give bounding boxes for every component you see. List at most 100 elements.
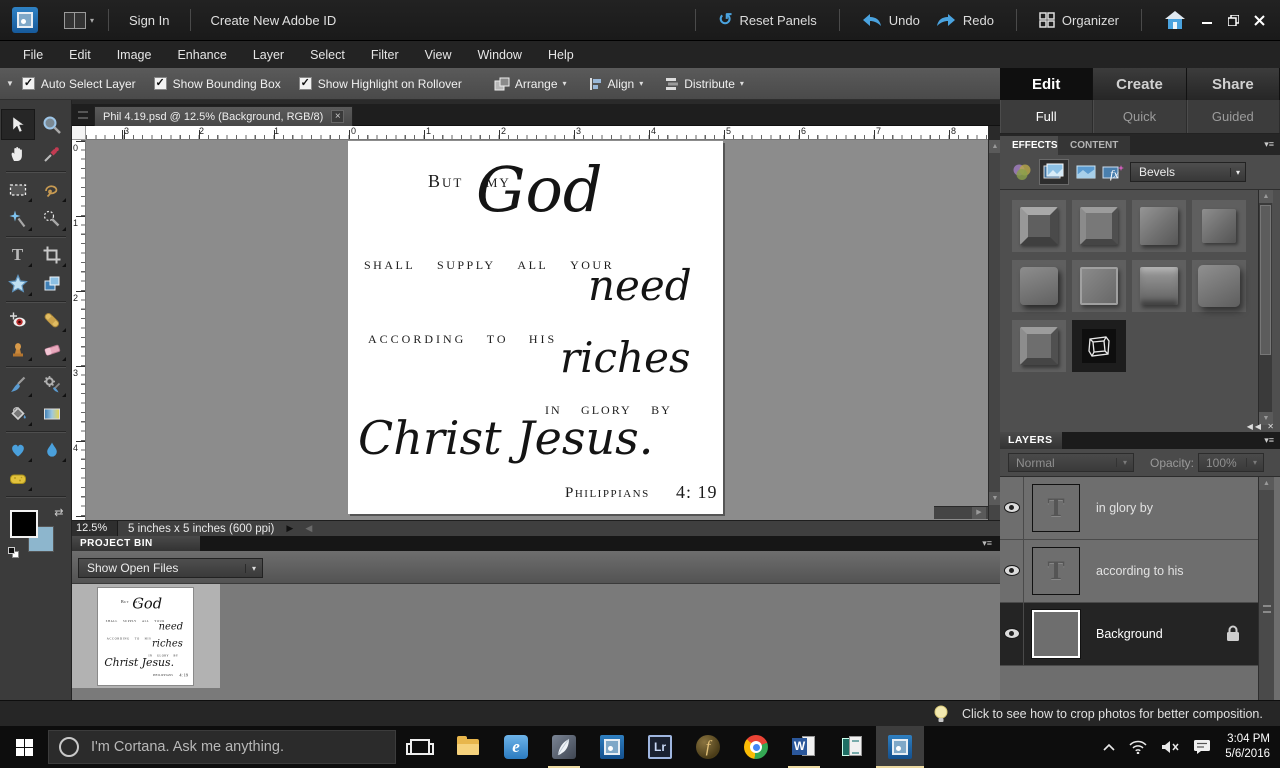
create-adobe-id-link[interactable]: Create New Adobe ID: [205, 13, 343, 28]
project-bin-menu-icon[interactable]: ▾≡: [982, 538, 992, 549]
scroll-right-icon[interactable]: ▶: [972, 507, 986, 519]
shape-tool[interactable]: [2, 435, 34, 464]
scroll-up-icon[interactable]: ▲: [1259, 190, 1273, 203]
redo-button[interactable]: Redo: [928, 13, 1002, 28]
menu-help[interactable]: Help: [535, 41, 587, 69]
status-prev-icon[interactable]: ◀: [305, 523, 312, 534]
tab-share[interactable]: Share: [1187, 68, 1280, 100]
photoshop-app-button[interactable]: [540, 726, 588, 768]
bevel-thumb-simple-inner[interactable]: [1072, 200, 1126, 252]
hand-tool[interactable]: [2, 139, 34, 168]
home-button[interactable]: [1156, 10, 1194, 30]
tab-create[interactable]: Create: [1093, 68, 1186, 100]
internet-explorer-button[interactable]: e: [492, 726, 540, 768]
bevel-thumb-soft-raised[interactable]: [1132, 200, 1186, 252]
eraser-tool[interactable]: [36, 334, 68, 363]
options-collapse-icon[interactable]: ▼: [6, 79, 14, 88]
distribute-button[interactable]: Distribute▾: [665, 77, 744, 91]
sponge-tool[interactable]: [2, 464, 34, 493]
foreground-color-swatch[interactable]: [10, 510, 38, 538]
publisher-button[interactable]: [828, 726, 876, 768]
bevel-thumb-inner-frame[interactable]: [1012, 320, 1066, 372]
zoom-tool[interactable]: [36, 110, 68, 139]
layer-styles-icon[interactable]: [1040, 160, 1068, 184]
layer-row-in-glory-by[interactable]: T in glory by: [1000, 477, 1258, 540]
cortana-search-box[interactable]: I'm Cortana. Ask me anything.: [48, 730, 396, 764]
menu-enhance[interactable]: Enhance: [164, 41, 239, 69]
brush-tool[interactable]: [2, 370, 34, 399]
move-tool[interactable]: [2, 110, 34, 139]
project-bin-title[interactable]: PROJECT BIN: [72, 536, 200, 551]
sign-in-link[interactable]: Sign In: [123, 13, 175, 28]
menu-image[interactable]: Image: [104, 41, 165, 69]
layers-panel-menu-icon[interactable]: ▾≡: [1264, 435, 1274, 446]
bevel-thumb-large-soft[interactable]: [1192, 260, 1246, 312]
layout-switcher-icon[interactable]: [64, 12, 86, 29]
layer-row-according-to-his[interactable]: T according to his: [1000, 540, 1258, 603]
align-button[interactable]: Align▾: [589, 77, 644, 91]
start-button[interactable]: [0, 726, 48, 768]
image-canvas[interactable]: But my God shall supply all your need ac…: [348, 141, 723, 514]
menu-edit[interactable]: Edit: [56, 41, 104, 69]
show-open-files-dropdown[interactable]: Show Open Files ▾: [78, 558, 263, 578]
tab-close-icon[interactable]: ×: [331, 110, 344, 123]
mode-full[interactable]: Full: [1000, 100, 1093, 133]
show-bounding-box-checkbox[interactable]: ✓ Show Bounding Box: [154, 77, 281, 91]
type-tool[interactable]: T: [2, 240, 34, 269]
bevel-thumb-small-raised[interactable]: [1192, 200, 1246, 252]
gradient-tool[interactable]: [36, 399, 68, 428]
document-size-info[interactable]: 5 inches x 5 inches (600 ppi): [128, 523, 274, 535]
tip-text[interactable]: Click to see how to crop photos for bett…: [962, 707, 1263, 721]
tab-content[interactable]: CONTENT: [1058, 136, 1130, 155]
layout-switcher-caret[interactable]: ▾: [90, 16, 94, 25]
tab-bar-grip[interactable]: [78, 111, 88, 119]
magic-wand-tool[interactable]: [2, 204, 34, 233]
menu-layer[interactable]: Layer: [240, 41, 297, 69]
wifi-icon[interactable]: [1129, 740, 1147, 754]
menu-file[interactable]: File: [10, 41, 56, 69]
mode-quick[interactable]: Quick: [1093, 100, 1186, 133]
font-app-button[interactable]: f: [684, 726, 732, 768]
crop-tool[interactable]: [36, 240, 68, 269]
fx-effects-icon[interactable]: fx: [1100, 160, 1128, 184]
red-eye-removal-tool[interactable]: [2, 305, 34, 334]
spot-healing-brush-tool[interactable]: [36, 305, 68, 334]
close-button[interactable]: [1246, 11, 1272, 29]
visibility-eye-icon[interactable]: [1004, 565, 1020, 576]
default-colors-icon[interactable]: [8, 547, 19, 558]
cookie-cutter-tool[interactable]: [2, 269, 34, 298]
recompose-tool[interactable]: [36, 269, 68, 298]
text-layer-thumbnail[interactable]: T: [1032, 547, 1080, 595]
scrollbar-thumb[interactable]: [1260, 205, 1271, 355]
paint-bucket-tool[interactable]: [2, 399, 34, 428]
organizer-button[interactable]: Organizer: [1031, 12, 1127, 28]
horizontal-scrollbar[interactable]: ▶: [934, 506, 988, 519]
panel-collapse-icons[interactable]: ◀◀ ✕: [1247, 422, 1276, 431]
zoom-level-field[interactable]: 12.5%: [72, 521, 118, 537]
minimize-button[interactable]: [1194, 11, 1220, 29]
quick-selection-tool[interactable]: [36, 204, 68, 233]
show-highlight-on-rollover-checkbox[interactable]: ✓ Show Highlight on Rollover: [299, 77, 462, 91]
effects-scrollbar[interactable]: ▲ ▼: [1258, 190, 1272, 425]
menu-select[interactable]: Select: [297, 41, 358, 69]
tab-edit[interactable]: Edit: [1000, 68, 1093, 100]
scroll-up-icon[interactable]: ▲: [1259, 477, 1274, 490]
bevel-thumb-flat-edge[interactable]: [1072, 260, 1126, 312]
pse-editor-button[interactable]: [876, 726, 924, 768]
bevel-thumb-sketch[interactable]: [1072, 320, 1126, 372]
open-file-thumbnail[interactable]: But my God shall supply all your need ac…: [97, 587, 194, 686]
visibility-eye-icon[interactable]: [1004, 628, 1020, 639]
tray-expand-icon[interactable]: [1103, 743, 1115, 751]
clone-stamp-tool[interactable]: [2, 334, 34, 363]
reset-panels-button[interactable]: ↺ Reset Panels: [710, 10, 825, 30]
filters-icon[interactable]: [1008, 160, 1036, 184]
volume-muted-icon[interactable]: [1161, 740, 1179, 754]
bevel-thumb-simple-outer[interactable]: [1012, 200, 1066, 252]
undo-button[interactable]: Undo: [854, 13, 928, 28]
lightroom-button[interactable]: Lr: [636, 726, 684, 768]
arrange-button[interactable]: Arrange▾: [494, 77, 567, 91]
task-view-button[interactable]: [396, 726, 444, 768]
status-next-icon[interactable]: ▶: [286, 523, 293, 534]
word-button[interactable]: W: [780, 726, 828, 768]
restore-button[interactable]: [1220, 11, 1246, 29]
